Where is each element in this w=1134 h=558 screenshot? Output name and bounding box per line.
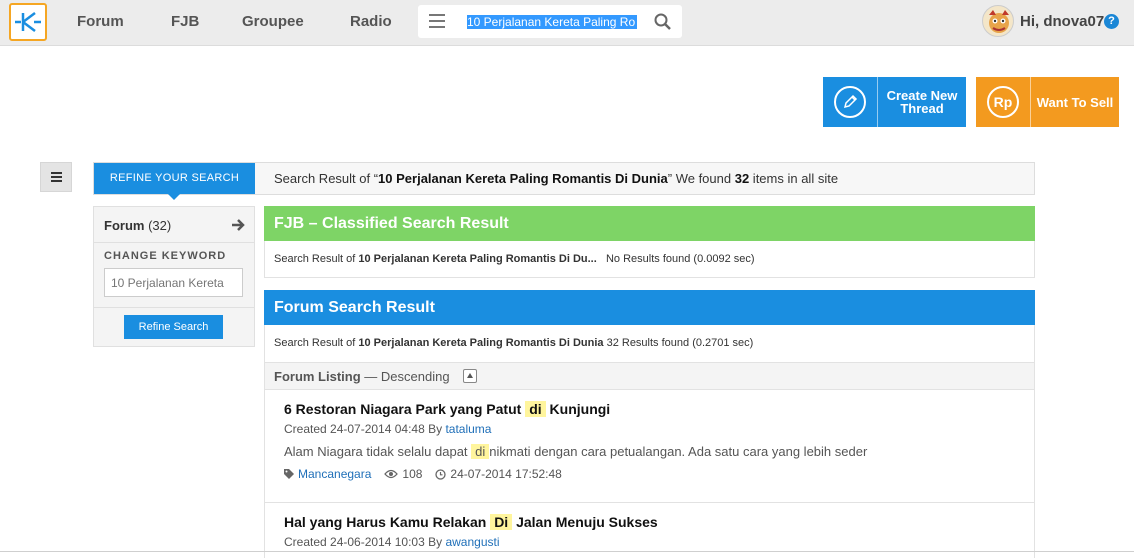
thread-meta: Created 24-07-2014 04:48 By tataluma bbox=[284, 422, 491, 436]
keyword-input[interactable] bbox=[104, 268, 243, 297]
clock-icon bbox=[435, 468, 447, 480]
thread-category[interactable]: Mancanegara bbox=[284, 467, 371, 481]
eye-icon bbox=[384, 469, 399, 479]
nav-radio[interactable]: Radio bbox=[350, 13, 392, 30]
forum-filter-name: Forum bbox=[104, 218, 145, 233]
rupiah-icon: Rp bbox=[987, 86, 1019, 118]
fjb-query: 10 Perjalanan Kereta Paling Romantis Di … bbox=[358, 253, 597, 265]
summary-count: 32 bbox=[734, 171, 750, 186]
change-keyword-label: CHANGE KEYWORD bbox=[104, 250, 227, 262]
thread-category-link[interactable]: Mancanegara bbox=[298, 467, 371, 481]
sidebar-toggle-icon[interactable] bbox=[40, 162, 72, 192]
fjb-result-heading: FJB – Classified Search Result bbox=[264, 206, 1035, 241]
search-scope-menu-icon[interactable] bbox=[429, 14, 445, 28]
thread-author-link[interactable]: tataluma bbox=[445, 422, 491, 436]
forum-result-heading: Forum Search Result bbox=[264, 290, 1035, 325]
user-avatar[interactable] bbox=[982, 5, 1014, 37]
forum-filter-count: (32) bbox=[148, 218, 172, 233]
forum-filter-label: Forum (32) bbox=[104, 218, 171, 233]
search-icon[interactable] bbox=[654, 13, 672, 31]
thread-title[interactable]: 6 Restoran Niagara Park yang Patut di Ku… bbox=[284, 401, 610, 417]
create-thread-icon-box bbox=[823, 77, 878, 127]
kaskus-logo[interactable] bbox=[9, 3, 47, 41]
refine-panel: Forum (32) CHANGE KEYWORD Refine Search bbox=[93, 206, 255, 347]
refine-divider bbox=[94, 307, 254, 308]
thread-title-highlight: di bbox=[525, 401, 546, 417]
summary-prefix: Search Result of “ bbox=[274, 171, 379, 186]
arrow-right-icon[interactable] bbox=[231, 218, 245, 232]
forum-status: 32 Results found (0.2701 sec) bbox=[606, 337, 754, 349]
refine-search-button[interactable]: Refine Search bbox=[124, 315, 223, 339]
thread-title[interactable]: Hal yang Harus Kamu Relakan Di Jalan Men… bbox=[284, 514, 658, 530]
summary-suffix: items in all site bbox=[749, 171, 839, 186]
thread-last-post-time: 24-07-2014 17:52:48 bbox=[450, 467, 562, 481]
thread-excerpt-part: Alam Niagara tidak selalu dapat bbox=[284, 444, 472, 459]
avatar-image-icon bbox=[989, 10, 1009, 33]
fjb-prefix: Search Result of bbox=[274, 253, 359, 265]
forum-prefix: Search Result of bbox=[274, 337, 359, 349]
nav-forum[interactable]: Forum bbox=[77, 13, 124, 30]
thread-stats: Mancanegara 108 24-07-2014 17:52:48 bbox=[284, 467, 575, 481]
thread-title-highlight: Di bbox=[490, 514, 513, 530]
thread-item: 6 Restoran Niagara Park yang Patut di Ku… bbox=[264, 390, 1035, 503]
thread-excerpt-highlight: di bbox=[471, 444, 490, 459]
pencil-icon bbox=[834, 86, 866, 118]
forum-listing-label: Forum Listing bbox=[274, 369, 361, 384]
search-result-header: REFINE YOUR SEARCH Search Result of “10 … bbox=[93, 162, 1035, 200]
fjb-status: No Results found (0.0092 sec) bbox=[605, 253, 755, 265]
forum-listing-bar: Forum Listing — Descending bbox=[264, 362, 1035, 390]
thread-title-part: Hal yang Harus Kamu Relakan bbox=[284, 514, 491, 530]
top-navbar: Forum FJB Groupee Radio 10 Perjalanan Ke… bbox=[0, 0, 1134, 46]
thread-title-part: 6 Restoran Niagara Park yang Patut bbox=[284, 401, 526, 417]
refine-your-search-tab[interactable]: REFINE YOUR SEARCH bbox=[94, 163, 255, 200]
forum-query: 10 Perjalanan Kereta Paling Romantis Di … bbox=[358, 337, 604, 349]
bottom-divider bbox=[0, 551, 1134, 552]
forum-listing-order: — Descending bbox=[364, 369, 450, 384]
thread-item: Hal yang Harus Kamu Relakan Di Jalan Men… bbox=[264, 503, 1035, 558]
thread-title-part: Jalan Menuju Sukses bbox=[512, 514, 658, 530]
forum-result-summary: Search Result of 10 Perjalanan Kereta Pa… bbox=[264, 325, 1035, 362]
search-input-value: 10 Perjalanan Kereta Paling Ro bbox=[467, 15, 637, 29]
create-new-thread-button[interactable]: Create New Thread bbox=[823, 77, 966, 127]
thread-excerpt: Alam Niagara tidak selalu dapat di nikmat… bbox=[284, 444, 867, 459]
help-icon[interactable]: ? bbox=[1104, 14, 1119, 29]
want-to-sell-button[interactable]: Rp Want To Sell bbox=[976, 77, 1119, 127]
create-thread-label: Create New Thread bbox=[886, 88, 958, 116]
thread-author-link[interactable]: awangusti bbox=[445, 535, 499, 549]
thread-last-post: 24-07-2014 17:52:48 bbox=[435, 467, 562, 481]
tag-icon bbox=[284, 469, 294, 479]
top-search-box: 10 Perjalanan Kereta Paling Ro bbox=[418, 5, 682, 38]
thread-created: Created 24-06-2014 10:03 By bbox=[284, 535, 446, 549]
sell-icon-box: Rp bbox=[976, 77, 1031, 127]
summary-query: 10 Perjalanan Kereta Paling Romantis Di … bbox=[378, 171, 668, 186]
summary-mid: ” We found bbox=[667, 171, 735, 186]
kaskus-logo-icon bbox=[15, 12, 41, 32]
refine-forum-filter[interactable]: Forum (32) bbox=[94, 207, 254, 243]
search-result-summary: Search Result of “10 Perjalanan Kereta P… bbox=[274, 171, 838, 186]
thread-views: 108 bbox=[384, 467, 422, 481]
sort-toggle-icon[interactable] bbox=[463, 369, 478, 383]
thread-title-part: Kunjungi bbox=[545, 401, 611, 417]
thread-created: Created 24-07-2014 04:48 By bbox=[284, 422, 446, 436]
thread-meta: Created 24-06-2014 10:03 By awangusti bbox=[284, 535, 500, 549]
nav-groupee[interactable]: Groupee bbox=[242, 13, 304, 30]
thread-excerpt-part: nikmati dengan cara petualangan. Ada sat… bbox=[489, 444, 868, 459]
fjb-result-summary: Search Result of 10 Perjalanan Kereta Pa… bbox=[264, 241, 1035, 278]
want-to-sell-label: Want To Sell bbox=[1036, 94, 1114, 110]
nav-fjb[interactable]: FJB bbox=[171, 13, 199, 30]
search-input[interactable]: 10 Perjalanan Kereta Paling Ro bbox=[467, 14, 637, 30]
user-greeting[interactable]: Hi, dnova07 bbox=[1020, 13, 1104, 30]
thread-view-count: 108 bbox=[402, 467, 423, 481]
